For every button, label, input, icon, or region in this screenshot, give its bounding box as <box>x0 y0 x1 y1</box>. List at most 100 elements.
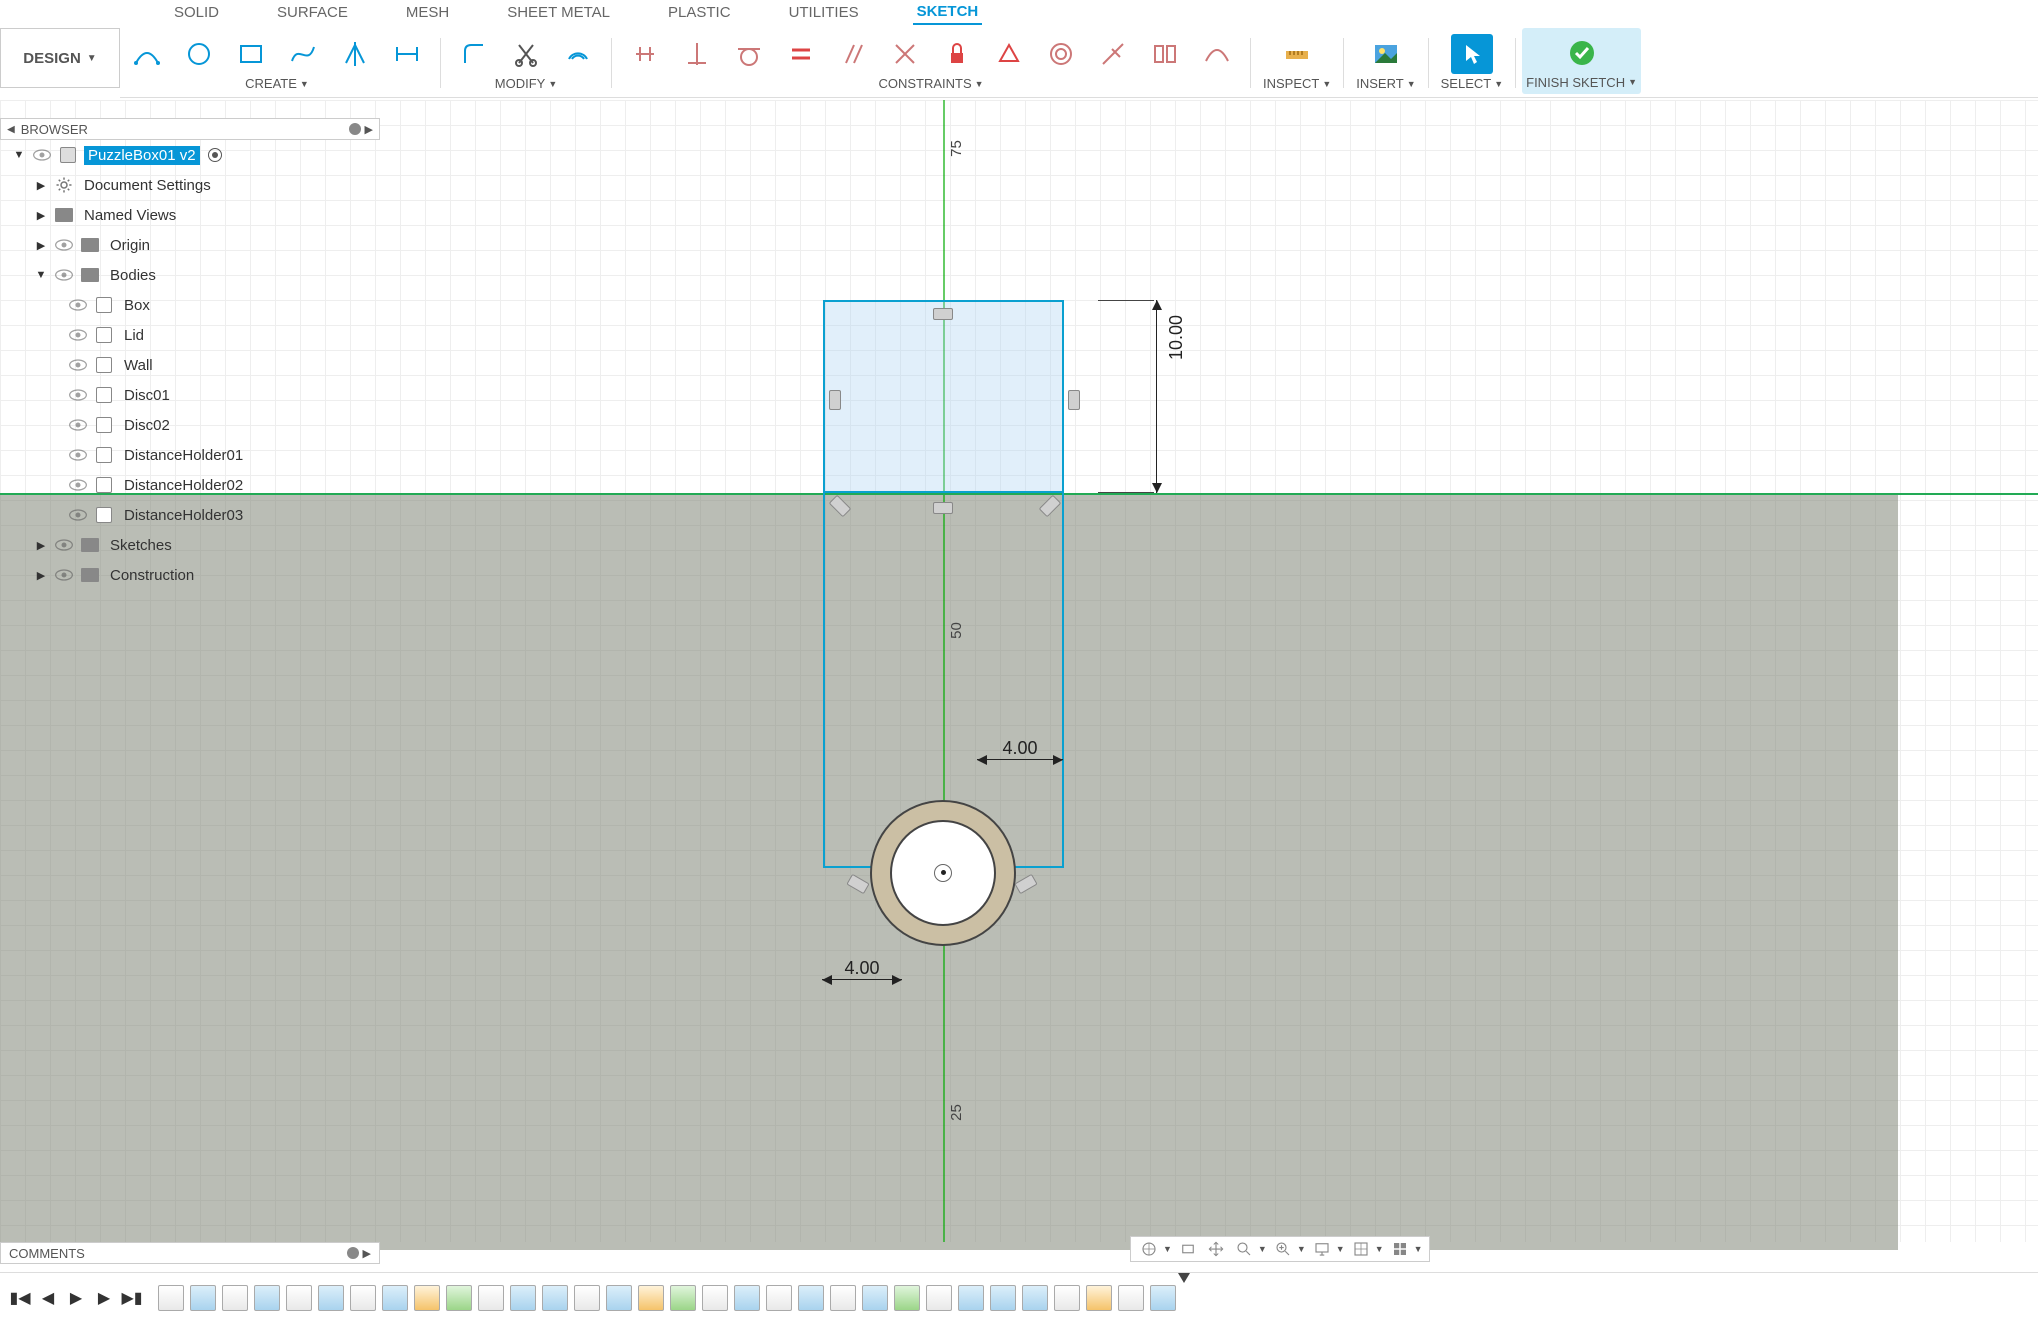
timeline-feature[interactable] <box>542 1285 568 1311</box>
ribbon-group-select-label[interactable]: SELECT▼ <box>1441 76 1504 91</box>
timeline-feature[interactable] <box>382 1285 408 1311</box>
browser-body-node[interactable]: DistanceHolder03 <box>8 500 378 530</box>
timeline-feature[interactable] <box>990 1285 1016 1311</box>
tab-surface[interactable]: SURFACE <box>273 1 352 24</box>
browser-body-node[interactable]: Disc01 <box>8 380 378 410</box>
display-settings-icon[interactable] <box>1310 1238 1334 1260</box>
browser-body-node[interactable]: DistanceHolder02 <box>8 470 378 500</box>
visibility-toggle-icon[interactable] <box>68 445 88 465</box>
horizontal-constraint-icon[interactable] <box>624 34 666 74</box>
midpoint-constraint-icon[interactable] <box>988 34 1030 74</box>
browser-body-node[interactable]: Lid <box>8 320 378 350</box>
browser-node-document-settings[interactable]: ▶ Document Settings <box>8 170 378 200</box>
ribbon-group-create-label[interactable]: CREATE▼ <box>245 76 309 91</box>
timeline-feature[interactable] <box>190 1285 216 1311</box>
workspace-selector[interactable]: DESIGN ▼ <box>0 28 120 88</box>
browser-body-node[interactable]: Wall <box>8 350 378 380</box>
constraint-glyph[interactable] <box>829 390 841 410</box>
timeline-feature[interactable] <box>798 1285 824 1311</box>
tab-solid[interactable]: SOLID <box>170 1 223 24</box>
browser-body-node[interactable]: Box <box>8 290 378 320</box>
finish-sketch-button[interactable]: FINISH SKETCH▼ <box>1522 28 1641 94</box>
ribbon-group-inspect-label[interactable]: INSPECT▼ <box>1263 76 1331 91</box>
constraint-glyph[interactable] <box>1039 495 1062 518</box>
timeline-play-icon[interactable]: ▶ <box>64 1286 88 1310</box>
timeline-feature[interactable] <box>350 1285 376 1311</box>
visibility-toggle-icon[interactable] <box>68 385 88 405</box>
sketch-profile-upper[interactable] <box>823 300 1064 493</box>
visibility-toggle-icon[interactable] <box>68 325 88 345</box>
spline-tool-icon[interactable] <box>282 34 324 74</box>
mirror-tool-icon[interactable] <box>334 34 376 74</box>
tab-utilities[interactable]: UTILITIES <box>785 1 863 24</box>
tab-mesh[interactable]: MESH <box>402 1 453 24</box>
timeline-feature[interactable] <box>574 1285 600 1311</box>
timeline-first-icon[interactable]: ▮◀ <box>8 1286 32 1310</box>
timeline-feature[interactable] <box>286 1285 312 1311</box>
disc-inner[interactable] <box>890 820 996 926</box>
expand-tri-icon[interactable]: ▼ <box>34 269 48 281</box>
browser-node-origin[interactable]: ▶ Origin <box>8 230 378 260</box>
browser-node-sketches[interactable]: ▶ Sketches <box>8 530 378 560</box>
timeline-feature[interactable] <box>926 1285 952 1311</box>
panel-dot-icon[interactable] <box>349 123 361 135</box>
timeline-feature[interactable] <box>1118 1285 1144 1311</box>
tangent-constraint-icon[interactable] <box>728 34 770 74</box>
visibility-toggle-icon[interactable] <box>68 415 88 435</box>
timeline-feature[interactable] <box>254 1285 280 1311</box>
ribbon-group-modify-label[interactable]: MODIFY▼ <box>495 76 557 91</box>
browser-node-bodies[interactable]: ▼ Bodies <box>8 260 378 290</box>
browser-node-named-views[interactable]: ▶ Named Views <box>8 200 378 230</box>
browser-body-node[interactable]: Disc02 <box>8 410 378 440</box>
rectangle-tool-icon[interactable] <box>230 34 272 74</box>
fit-icon[interactable] <box>1271 1238 1295 1260</box>
visibility-toggle-icon[interactable] <box>68 475 88 495</box>
timeline-feature[interactable] <box>606 1285 632 1311</box>
browser-panel-header[interactable]: ▶ BROWSER ▶ <box>0 118 380 140</box>
dimension-vertical[interactable]: 10.00 <box>1098 300 1168 493</box>
timeline-feature[interactable] <box>318 1285 344 1311</box>
timeline-feature[interactable] <box>1054 1285 1080 1311</box>
timeline-feature[interactable] <box>958 1285 984 1311</box>
curvature-constraint-icon[interactable] <box>1196 34 1238 74</box>
tab-sketch[interactable]: SKETCH <box>913 0 983 25</box>
insert-image-icon[interactable] <box>1365 34 1407 74</box>
visibility-toggle-icon[interactable] <box>68 505 88 525</box>
panel-chevron-icon[interactable]: ▶ <box>365 123 373 136</box>
circle-tool-icon[interactable] <box>178 34 220 74</box>
visibility-toggle-icon[interactable] <box>54 235 74 255</box>
pan-icon[interactable] <box>1204 1238 1228 1260</box>
comments-panel-header[interactable]: COMMENTS ▶ <box>0 1242 380 1264</box>
expand-tri-icon[interactable]: ▶ <box>34 539 48 552</box>
browser-node-construction[interactable]: ▶ Construction <box>8 560 378 590</box>
timeline-feature[interactable] <box>1150 1285 1176 1311</box>
visibility-toggle-icon[interactable] <box>68 295 88 315</box>
timeline-feature[interactable] <box>222 1285 248 1311</box>
ribbon-group-insert-label[interactable]: INSERT▼ <box>1356 76 1415 91</box>
tab-sheet-metal[interactable]: SHEET METAL <box>503 1 614 24</box>
dimension-tool-icon[interactable] <box>386 34 428 74</box>
equal-constraint-icon[interactable] <box>780 34 822 74</box>
timeline-feature[interactable] <box>158 1285 184 1311</box>
expand-tri-icon[interactable]: ▶ <box>34 209 48 222</box>
trim-tool-icon[interactable] <box>505 34 547 74</box>
timeline-feature[interactable] <box>670 1285 696 1311</box>
expand-tri-icon[interactable]: ▶ <box>34 239 48 252</box>
timeline-last-icon[interactable]: ▶▮ <box>120 1286 144 1310</box>
constraint-glyph[interactable] <box>1068 390 1080 410</box>
viewport-layout-icon[interactable] <box>1388 1238 1412 1260</box>
timeline-feature[interactable] <box>446 1285 472 1311</box>
constraint-glyph[interactable] <box>846 874 869 894</box>
timeline-feature[interactable] <box>830 1285 856 1311</box>
constraint-glyph[interactable] <box>1014 874 1037 894</box>
dimension-horizontal-lower[interactable]: 4.00 <box>822 958 902 980</box>
panel-dot-icon[interactable] <box>347 1247 359 1259</box>
timeline-feature[interactable] <box>638 1285 664 1311</box>
offset-tool-icon[interactable] <box>557 34 599 74</box>
timeline-feature[interactable] <box>862 1285 888 1311</box>
timeline-feature[interactable] <box>1086 1285 1112 1311</box>
timeline-feature[interactable] <box>478 1285 504 1311</box>
constraint-glyph[interactable] <box>933 308 953 320</box>
visibility-toggle-icon[interactable] <box>54 535 74 555</box>
expand-tri-icon[interactable]: ▶ <box>34 179 48 192</box>
